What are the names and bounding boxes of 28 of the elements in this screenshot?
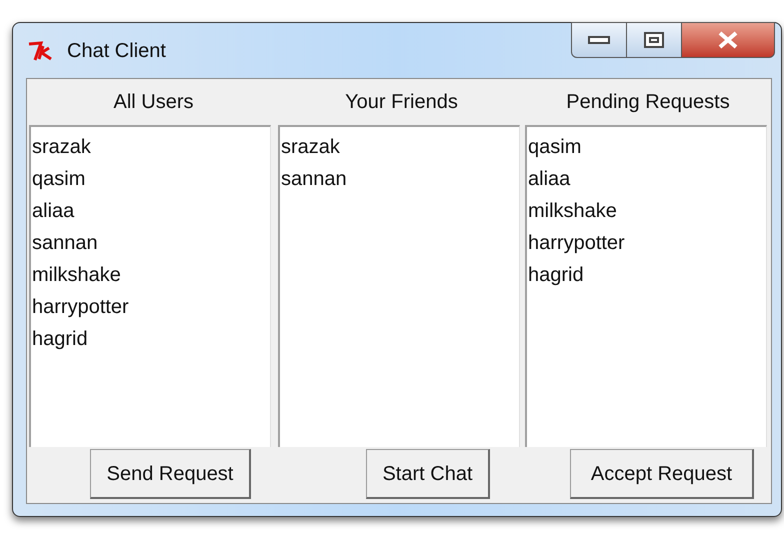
column-heading: Pending Requests bbox=[566, 90, 730, 115]
list-item[interactable]: milkshake bbox=[32, 259, 270, 291]
window-title: Chat Client bbox=[67, 38, 166, 64]
user-list[interactable]: srazak qasim aliaa sannan milkshake harrypotter hagrid bbox=[29, 125, 271, 447]
list-item[interactable]: harrypotter bbox=[32, 291, 270, 323]
list-item[interactable]: aliaa bbox=[528, 163, 766, 195]
list-item[interactable]: sannan bbox=[281, 163, 519, 195]
list-item[interactable]: milkshake bbox=[528, 195, 766, 227]
list-item[interactable]: harrypotter bbox=[528, 227, 766, 259]
column-heading: Your Friends bbox=[345, 90, 458, 115]
list-item[interactable]: hagrid bbox=[528, 259, 766, 291]
list-item[interactable]: qasim bbox=[528, 131, 766, 163]
action-button[interactable]: Send Request bbox=[90, 449, 251, 499]
list-item[interactable]: srazak bbox=[32, 131, 270, 163]
action-button[interactable]: Start Chat bbox=[366, 449, 490, 499]
list-item[interactable]: hagrid bbox=[32, 323, 270, 355]
list-item[interactable]: sannan bbox=[32, 227, 270, 259]
list-item[interactable]: aliaa bbox=[32, 195, 270, 227]
list-item[interactable]: qasim bbox=[32, 163, 270, 195]
minimize-button[interactable] bbox=[571, 22, 627, 58]
user-list[interactable]: srazak sannan bbox=[278, 125, 520, 447]
column-heading: All Users bbox=[113, 90, 194, 115]
action-button[interactable]: Accept Request bbox=[570, 449, 754, 499]
maximize-button[interactable] bbox=[627, 22, 681, 58]
close-button[interactable] bbox=[681, 22, 775, 58]
close-icon bbox=[717, 31, 739, 49]
list-item[interactable]: srazak bbox=[281, 131, 519, 163]
user-list[interactable]: qasim aliaa milkshake harrypotter hagrid bbox=[525, 125, 767, 447]
